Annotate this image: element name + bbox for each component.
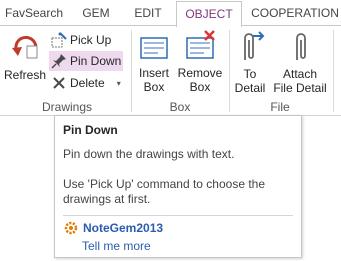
pin-down-tooltip: Pin Down Pin down the drawings with text… bbox=[54, 115, 302, 258]
group-label-box: Box bbox=[169, 100, 191, 114]
gear-icon bbox=[64, 221, 78, 235]
insert-box-icon bbox=[140, 37, 168, 59]
tab-gem[interactable]: GEM bbox=[78, 0, 114, 26]
ribbon-tab-bar: FavSearch GEM EDIT OBJECT COOPERATION bbox=[0, 0, 341, 27]
refresh-icon bbox=[12, 35, 38, 59]
tab-cooperation[interactable]: COOPERATION bbox=[250, 0, 340, 26]
pin-down-label: Pin Down bbox=[70, 54, 122, 68]
tooltip-divider bbox=[63, 215, 293, 216]
tooltip-brand: NoteGem2013 bbox=[63, 220, 163, 236]
tab-object[interactable]: OBJECT bbox=[176, 1, 242, 27]
pin-down-button[interactable]: Pin Down bbox=[49, 51, 123, 71]
group-separator bbox=[333, 30, 334, 112]
pick-up-icon bbox=[51, 32, 67, 48]
insert-box-label-1: Insert bbox=[138, 66, 169, 80]
paperclip-arrow-icon bbox=[244, 31, 265, 60]
pick-up-label: Pick Up bbox=[70, 33, 112, 47]
paperclip-icon bbox=[296, 33, 306, 60]
delete-dropdown-icon[interactable]: ▾ bbox=[117, 79, 121, 88]
tooltip-title: Pin Down bbox=[63, 123, 118, 137]
to-detail-label-2: Detail bbox=[234, 81, 266, 95]
tell-me-more-link[interactable]: Tell me more bbox=[82, 239, 151, 253]
refresh-button[interactable]: Refresh bbox=[4, 30, 46, 82]
tooltip-hint: Use 'Pick Up' command to choose the draw… bbox=[63, 177, 266, 206]
to-detail-label-1: To bbox=[243, 67, 257, 81]
remove-box-icon bbox=[186, 30, 215, 59]
to-detail-button[interactable]: To Detail bbox=[232, 30, 268, 95]
refresh-label: Refresh bbox=[4, 68, 47, 82]
pin-icon bbox=[51, 54, 66, 69]
pick-up-button[interactable]: Pick Up bbox=[49, 30, 119, 50]
remove-box-label-2: Box bbox=[189, 80, 211, 94]
group-label-drawings: Drawings bbox=[41, 100, 92, 114]
tab-favsearch[interactable]: FavSearch bbox=[4, 0, 64, 26]
insert-box-button[interactable]: Insert Box bbox=[134, 30, 174, 94]
tooltip-description: Pin down the drawings with text. bbox=[63, 147, 235, 161]
remove-box-button[interactable]: Remove Box bbox=[176, 30, 224, 94]
remove-box-label-1: Remove bbox=[177, 66, 223, 80]
delete-button[interactable]: Delete ▾ bbox=[49, 73, 123, 93]
attach-file-detail-label-2: File Detail bbox=[273, 81, 327, 95]
insert-box-label-2: Box bbox=[143, 80, 165, 94]
attach-file-detail-button[interactable]: Attach File Detail bbox=[272, 30, 328, 95]
tooltip-brand-name: NoteGem2013 bbox=[83, 221, 164, 235]
attach-file-detail-label-1: Attach bbox=[282, 67, 318, 81]
group-label-file: File bbox=[270, 100, 290, 114]
delete-x-icon bbox=[53, 77, 65, 89]
ribbon-panel: Refresh Pick Up Pin Down Delete ▾ Drawin… bbox=[0, 26, 341, 116]
delete-label: Delete bbox=[70, 76, 105, 90]
tab-edit[interactable]: EDIT bbox=[130, 0, 166, 26]
